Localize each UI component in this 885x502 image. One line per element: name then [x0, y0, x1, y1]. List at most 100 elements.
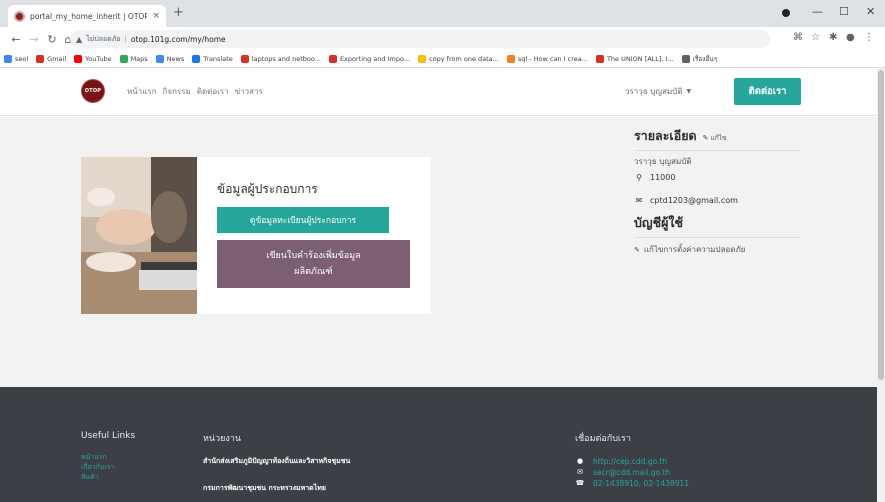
browser-tab[interactable]: portal_my_home_inherit | OTOP : ×: [8, 5, 166, 27]
scroll-thumb[interactable]: [878, 70, 884, 380]
footer-website[interactable]: ● http://cep.cdd.go.th: [575, 456, 689, 467]
nav-item-activities[interactable]: กิจกรรม: [163, 85, 191, 98]
tab-title: portal_my_home_inherit | OTOP :: [30, 11, 148, 21]
menu-icon[interactable]: ⋮: [864, 32, 874, 43]
pencil-icon: ✎: [634, 245, 640, 254]
extension-icon[interactable]: ✱: [829, 32, 837, 43]
maximize-icon[interactable]: ☐: [839, 5, 849, 18]
bookmark-label: The UNION [ALL], I...: [606, 55, 674, 63]
bookmark-item[interactable]: laptops and netboo...: [240, 55, 321, 63]
bookmark-label: News: [166, 55, 185, 63]
details-panel: รายละเอียด ✎ แก้ไข วราวุธ บุญสมบัติ ⚲ 11…: [634, 126, 800, 256]
bookmark-label: laptops and netboo...: [251, 55, 321, 63]
footer-link-products[interactable]: สินค้า: [81, 472, 135, 482]
security-link-label: แก้ไขการตั้งค่าความปลอดภัย: [643, 245, 746, 254]
bookmark-icon: [681, 55, 690, 63]
user-menu[interactable]: วราวุธ บุญสมบัติ ▼: [625, 85, 691, 98]
browser-tabstrip: portal_my_home_inherit | OTOP : × + — ☐ …: [0, 0, 885, 27]
details-title: รายละเอียด: [634, 128, 697, 143]
bookmark-item[interactable]: Translate: [192, 55, 233, 63]
view-registration-button[interactable]: ดูข้อมูลทะเบียนผู้ประกอบการ: [217, 207, 389, 233]
edit-link[interactable]: ✎ แก้ไข: [703, 133, 727, 143]
bookmark-item[interactable]: sql - How can I crea...: [506, 55, 588, 63]
site-header: OTOP หน้าแรก กิจกรรม ติดต่อเรา ข่าวสาร ว…: [0, 68, 877, 116]
window-close-icon[interactable]: ✕: [866, 5, 875, 18]
logo-text: OTOP: [84, 88, 102, 94]
main-nav: หน้าแรก กิจกรรม ติดต่อเรา ข่าวสาร: [127, 85, 263, 98]
back-icon[interactable]: ←: [7, 33, 25, 46]
otop-logo[interactable]: OTOP: [81, 79, 105, 103]
bookmark-item[interactable]: YouTube: [74, 55, 112, 63]
bookmark-label: YouTube: [85, 55, 112, 63]
bookmark-icon: [595, 55, 604, 63]
footer-link-home[interactable]: หน้าแรก: [81, 452, 135, 462]
details-heading: รายละเอียด ✎ แก้ไข: [634, 126, 800, 151]
bookmark-item[interactable]: Gmail: [36, 55, 66, 63]
footer-useful-links: Useful Links หน้าแรก เกี่ยวกับเรา สินค้า: [81, 431, 135, 482]
edit-label: แก้ไข: [710, 134, 727, 142]
footer-contact: เชื่อมต่อกับเรา ● http://cep.cdd.go.th ✉…: [575, 431, 689, 489]
forward-icon[interactable]: →: [25, 33, 43, 46]
warning-icon: ▲: [76, 34, 83, 44]
bookmark-item[interactable]: เรื่องอื่นๆ: [681, 54, 717, 64]
new-tab-icon[interactable]: +: [173, 6, 184, 20]
star-icon[interactable]: ☆: [811, 32, 820, 43]
address-bar[interactable]: ▲ ไม่ปลอดภัย | otop.101g.com/my/home: [70, 30, 770, 48]
site-footer: Useful Links หน้าแรก เกี่ยวกับเรา สินค้า…: [0, 387, 877, 502]
bookmark-label: sql - How can I crea...: [517, 55, 588, 63]
bookmark-item[interactable]: seol: [4, 55, 28, 63]
footer-agency: หน่วยงาน สำนักส่งเสริมภูมิปัญญาท้องถิ่นแ…: [203, 431, 350, 502]
site-favicon-icon: [14, 10, 25, 22]
footer-phone: ☎ 02-1438910, 02-1438911: [575, 478, 689, 489]
bookmark-label: Maps: [130, 55, 148, 63]
pencil-icon: ✎: [702, 134, 709, 142]
bookmark-icon: [418, 55, 427, 63]
account-icon[interactable]: ●: [846, 32, 855, 43]
bookmark-icon: [119, 55, 128, 63]
bookmark-icon: [155, 55, 164, 63]
insecure-label: ไม่ปลอดภัย: [86, 34, 121, 43]
main-content: ข้อมูลผู้ประกอบการ ดูข้อมูลทะเบียนผู้ประ…: [0, 117, 877, 387]
bookmark-label: Gmail: [47, 55, 67, 63]
footer-link-about[interactable]: เกี่ยวกับเรา: [81, 462, 135, 472]
translate-icon[interactable]: ⌘: [793, 32, 803, 43]
bookmark-item[interactable]: Exporting and Impo...: [328, 55, 411, 63]
tab-close-icon[interactable]: ×: [152, 11, 160, 21]
nav-item-home[interactable]: หน้าแรก: [127, 85, 157, 98]
bookmark-item[interactable]: Maps: [119, 55, 148, 63]
footer-mail[interactable]: ✉ secr@cdd.mail.go.th: [575, 467, 689, 478]
nav-item-news[interactable]: ข่าวสาร: [235, 85, 263, 98]
minimize-icon[interactable]: —: [812, 5, 823, 18]
browser-toolbar: ← → ↻ ⌂ ▲ ไม่ปลอดภัย | otop.101g.com/my/…: [0, 27, 885, 51]
contact-us-button[interactable]: ติดต่อเรา: [734, 78, 801, 105]
request-line-2: ผลิตภัณฑ์: [294, 267, 333, 277]
security-settings-link[interactable]: ✎ แก้ไขการตั้งค่าความปลอดภัย: [634, 243, 800, 256]
chevron-down-icon: ▼: [686, 88, 692, 95]
bookmark-item[interactable]: The UNION [ALL], I...: [595, 55, 674, 63]
email-value: cptd1203@gmail.com: [650, 196, 738, 205]
request-line-1: เขียนใบคำร้องเพิ่มข้อมูล: [266, 251, 361, 261]
phone-icon: ☎: [575, 479, 585, 487]
agency-1: สำนักส่งเสริมภูมิปัญญาท้องถิ่นและวิสาหกิ…: [203, 457, 351, 465]
page-scrollbar[interactable]: [877, 68, 885, 502]
bookmark-icon: [4, 55, 12, 63]
bookmark-icon: [36, 55, 45, 63]
card-image: [81, 157, 197, 314]
map-marker-icon: ⚲: [636, 173, 642, 182]
address-separator: |: [124, 35, 127, 43]
mail-value: secr@cdd.mail.go.th: [593, 468, 671, 477]
nav-item-contact[interactable]: ติดต่อเรา: [197, 85, 229, 98]
bookmark-label: Exporting and Impo...: [339, 55, 411, 63]
bookmark-label: seol: [15, 55, 29, 63]
product-request-button[interactable]: เขียนใบคำร้องเพิ่มข้อมูล ผลิตภัณฑ์: [217, 240, 410, 288]
bookmark-item[interactable]: copy from one data...: [418, 55, 499, 63]
phone-value: 02-1438910, 02-1438911: [593, 479, 690, 488]
bookmark-item[interactable]: News: [155, 55, 185, 63]
useful-links-title: Useful Links: [81, 431, 136, 441]
bookmark-label: copy from one data...: [429, 55, 499, 63]
account-heading: บัญชีผู้ใช้: [634, 213, 800, 238]
contact-title: เชื่อมต่อกับเรา: [575, 434, 631, 444]
entrepreneur-card: ข้อมูลผู้ประกอบการ ดูข้อมูลทะเบียนผู้ประ…: [81, 157, 431, 314]
bookmark-icon: [192, 55, 201, 63]
profile-icon[interactable]: [782, 9, 790, 17]
